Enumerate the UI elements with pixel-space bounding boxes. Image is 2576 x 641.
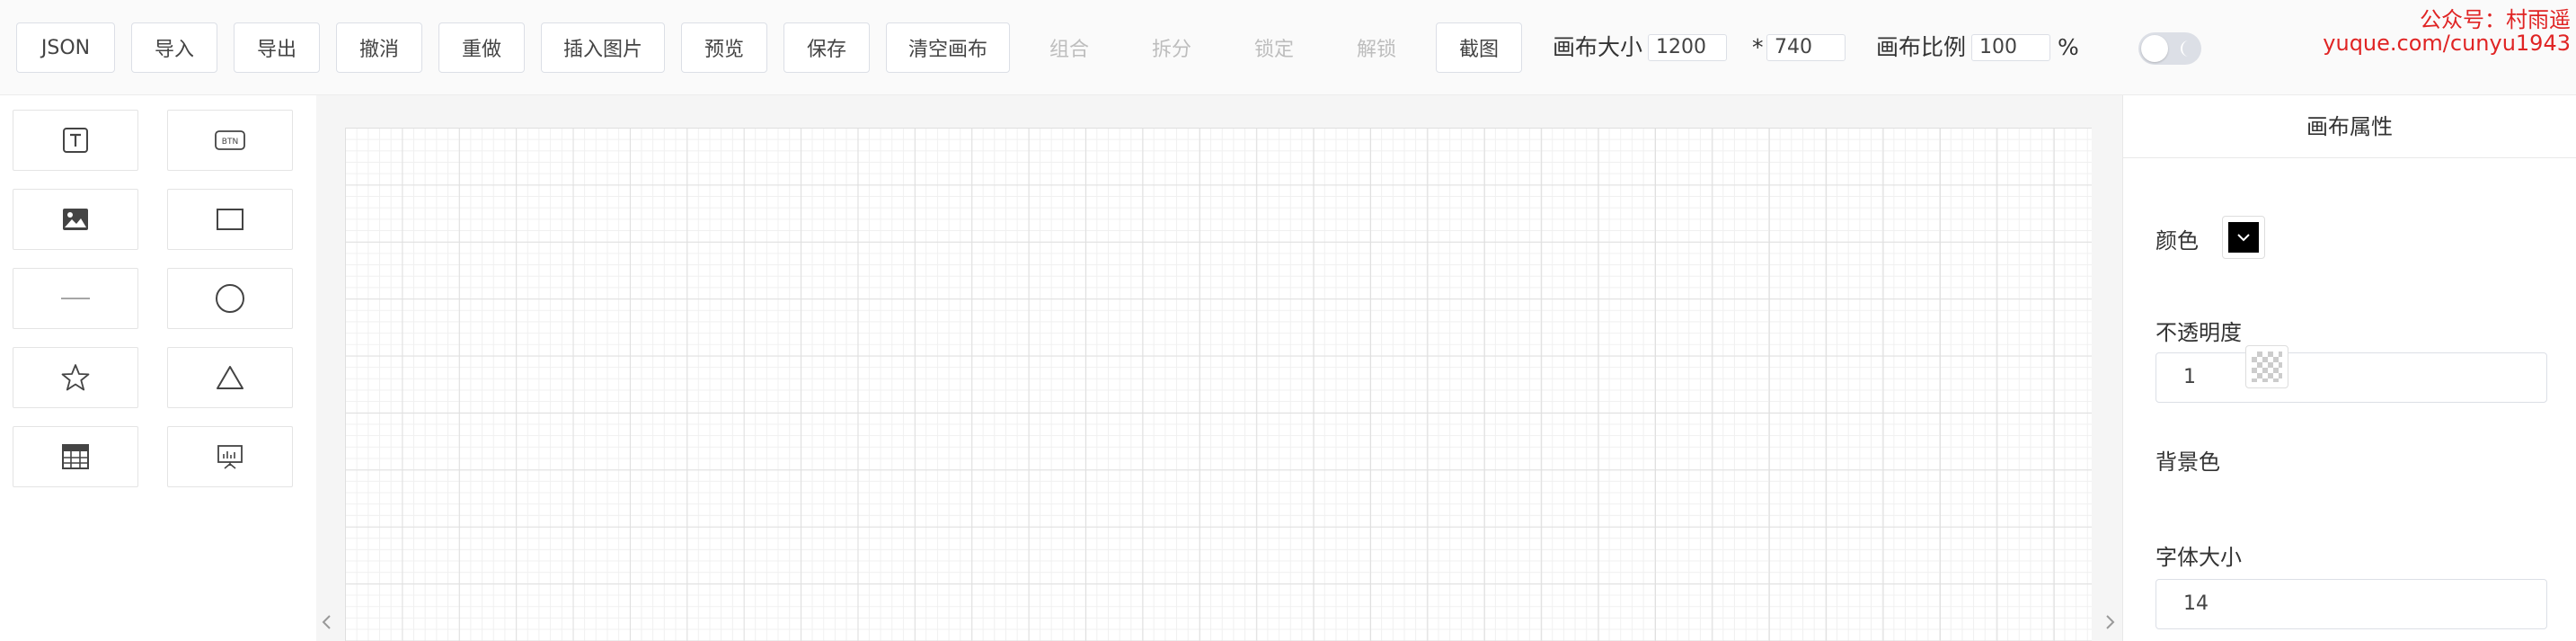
preview-button[interactable]: 预览: [681, 22, 767, 73]
color-label: 颜色: [2156, 228, 2199, 254]
insert-image-button[interactable]: 插入图片: [541, 22, 665, 73]
save-button[interactable]: 保存: [783, 22, 870, 73]
canvas-scale-input[interactable]: 100: [1971, 34, 2050, 61]
watermark-url: yuque.com/cunyu1943: [2323, 31, 2571, 56]
line-tool[interactable]: [13, 268, 138, 329]
image-icon: [63, 209, 88, 230]
lock-button[interactable]: 锁定: [1231, 22, 1317, 73]
font-size-label: 字体大小: [2156, 545, 2242, 570]
toggle-knob: [2141, 35, 2168, 62]
collapse-right-icon[interactable]: [2101, 611, 2119, 633]
json-button[interactable]: JSON: [16, 22, 115, 73]
canvas-workspace: [316, 95, 2122, 641]
clear-canvas-button[interactable]: 清空画布: [886, 22, 1010, 73]
collapse-left-icon[interactable]: [318, 611, 336, 633]
group-button[interactable]: 组合: [1026, 22, 1112, 73]
color-picker[interactable]: [2222, 216, 2265, 259]
canvas-size-label: 画布大小: [1553, 34, 1643, 60]
canvas-width-input[interactable]: 1200: [1648, 34, 1727, 61]
background-color-picker[interactable]: [2245, 345, 2288, 388]
import-button[interactable]: 导入: [131, 22, 217, 73]
table-tool[interactable]: [13, 426, 138, 487]
component-panel: BTN: [0, 95, 316, 641]
chart-tool[interactable]: [167, 426, 293, 487]
watermark-account: 公众号：村雨遥: [2420, 7, 2571, 32]
triangle-icon: [217, 366, 243, 389]
unlock-button[interactable]: 解锁: [1333, 22, 1420, 73]
dark-mode-toggle[interactable]: [2138, 32, 2201, 65]
background-color-label: 背景色: [2156, 450, 2220, 475]
moon-icon: [2180, 40, 2189, 57]
panel-title: 画布属性: [2123, 95, 2576, 158]
screenshot-button[interactable]: 截图: [1436, 22, 1522, 73]
chart-icon: [217, 445, 243, 469]
property-panel: 画布属性 颜色 不透明度 1 背景色 字体大小 14: [2122, 95, 2576, 641]
undo-button[interactable]: 撤消: [336, 22, 422, 73]
button-icon: BTN: [215, 130, 245, 150]
opacity-input[interactable]: 1: [2156, 352, 2547, 403]
star-tool[interactable]: [13, 347, 138, 408]
table-icon: [62, 444, 89, 469]
ungroup-button[interactable]: 拆分: [1129, 22, 1215, 73]
line-icon: [61, 298, 90, 299]
svg-text:BTN: BTN: [222, 138, 238, 147]
color-swatch-fill: [2228, 222, 2259, 253]
toolbar: JSON 导入 导出 撤消 重做 插入图片 预览 保存 清空画布 组合 拆分 锁…: [0, 0, 2576, 95]
text-icon: [63, 128, 88, 153]
font-size-input[interactable]: 14: [2156, 579, 2547, 629]
transparent-swatch: [2252, 352, 2282, 382]
design-canvas[interactable]: [345, 128, 2092, 641]
rectangle-icon: [217, 209, 243, 230]
image-tool[interactable]: [13, 189, 138, 250]
canvas-height-input[interactable]: 740: [1766, 34, 1846, 61]
chevron-down-icon: [2237, 234, 2250, 242]
text-tool[interactable]: [13, 110, 138, 171]
triangle-tool[interactable]: [167, 347, 293, 408]
opacity-label: 不透明度: [2156, 320, 2242, 345]
button-tool[interactable]: BTN: [167, 110, 293, 171]
canvas-scale-label: 画布比例: [1876, 34, 1967, 60]
export-button[interactable]: 导出: [234, 22, 320, 73]
size-separator: *: [1752, 34, 1764, 60]
star-icon: [61, 364, 90, 391]
circle-icon: [216, 284, 244, 313]
redo-button[interactable]: 重做: [438, 22, 525, 73]
percent-sign: %: [2058, 34, 2079, 60]
rectangle-tool[interactable]: [167, 189, 293, 250]
circle-tool[interactable]: [167, 268, 293, 329]
